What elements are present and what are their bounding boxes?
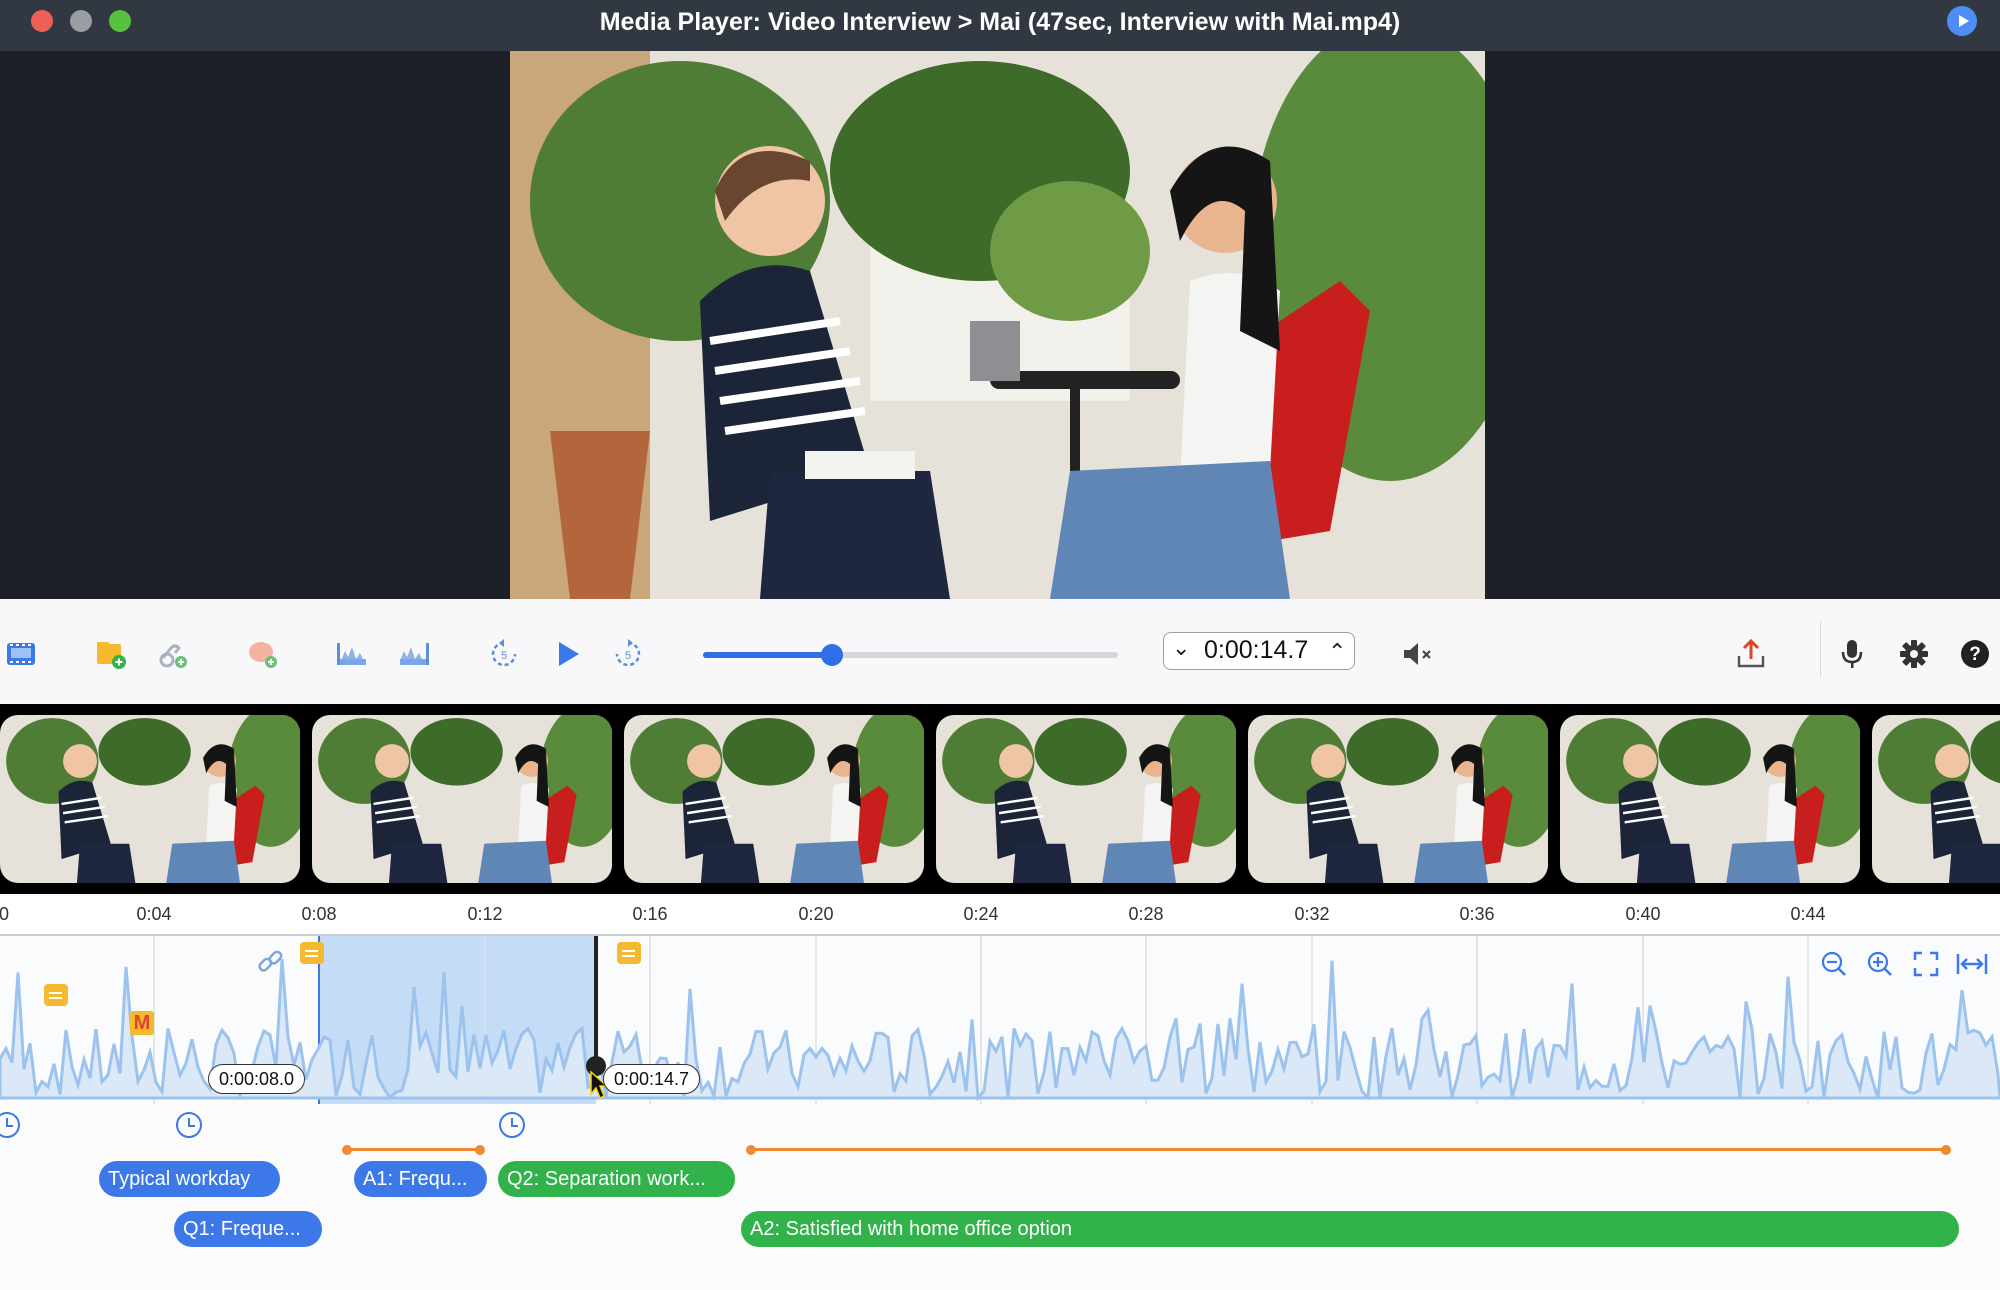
tick-label: 0	[0, 904, 10, 924]
forward-5-icon[interactable]: 5	[610, 636, 646, 672]
code-pill-a1[interactable]: A1: Frequ...	[354, 1161, 487, 1197]
filmstrip[interactable]	[0, 704, 2000, 894]
playback-slider[interactable]	[703, 644, 1118, 666]
filmstrip-thumbnail[interactable]	[936, 715, 1236, 883]
video-area	[0, 51, 2000, 599]
filmstrip-thumbnail[interactable]	[0, 715, 300, 883]
player-toolbar: 5 5 ⌄ 0:00:14.7 ⌃ ?	[0, 599, 2000, 705]
tick-label: 0:12	[467, 904, 503, 924]
note-icon[interactable]	[617, 942, 641, 964]
range-start-dot[interactable]	[342, 1145, 352, 1155]
coding-stripes: Typical workday A1: Frequ... Q2: Separat…	[0, 1104, 2000, 1290]
range-end-dot[interactable]	[475, 1145, 485, 1155]
microphone-icon[interactable]	[1834, 636, 1870, 672]
range-start-dot[interactable]	[746, 1145, 756, 1155]
svg-text:5: 5	[501, 650, 507, 662]
chevron-down-icon[interactable]: ⌄	[1172, 635, 1190, 661]
fit-width-icon[interactable]	[1956, 950, 1988, 983]
tick-label: 0:16	[632, 904, 668, 924]
waveform-track[interactable]: M 0:00:08.0 0:00:14.7	[0, 934, 2000, 1106]
add-link-icon[interactable]	[155, 636, 191, 672]
clock-icon[interactable]	[499, 1112, 525, 1138]
window-title: Media Player: Video Interview > Mai (47s…	[599, 8, 1401, 36]
svg-text:5: 5	[625, 650, 631, 662]
filmstrip-thumbnail[interactable]	[1560, 715, 1860, 883]
clock-icon[interactable]	[176, 1112, 202, 1138]
svg-text:?: ?	[1969, 644, 1981, 665]
filmstrip-thumbnail[interactable]	[1248, 715, 1548, 883]
tick-label: 0:32	[1294, 904, 1330, 924]
mark-out-icon[interactable]	[396, 636, 432, 672]
filmstrip-thumbnail[interactable]	[312, 715, 612, 883]
filmstrip-thumbnail[interactable]	[1872, 715, 2000, 883]
tick-label: 0:36	[1459, 904, 1495, 924]
selection-start-time: 0:00:08.0	[208, 1064, 306, 1094]
play-badge-icon[interactable]	[1947, 6, 1977, 36]
range-end-dot[interactable]	[1941, 1145, 1951, 1155]
clock-icon[interactable]	[0, 1112, 20, 1138]
tick-label: 0:20	[798, 904, 834, 924]
export-icon[interactable]	[1733, 636, 1769, 672]
mute-icon[interactable]	[1400, 636, 1436, 672]
tick-label: 0:24	[963, 904, 999, 924]
tick-label: 0:08	[301, 904, 337, 924]
new-clip-icon[interactable]	[93, 636, 129, 672]
tick-label: 0:40	[1625, 904, 1661, 924]
tick-label: 0:04	[136, 904, 172, 924]
range-line[interactable]	[751, 1148, 1946, 1151]
filmstrip-thumbnail[interactable]	[624, 715, 924, 883]
play-button[interactable]	[550, 636, 586, 672]
range-line[interactable]	[347, 1148, 480, 1151]
mark-in-icon[interactable]	[334, 636, 370, 672]
memo-marker-icon[interactable]: M	[130, 1011, 154, 1035]
timeline-ruler[interactable]: 0 0:04 0:08 0:12 0:16 0:20 0:24 0:28 0:3…	[0, 894, 2000, 934]
rewind-5-icon[interactable]: 5	[486, 636, 522, 672]
chevron-up-icon[interactable]: ⌃	[1328, 639, 1346, 665]
tick-label: 0:44	[1790, 904, 1826, 924]
zoom-out-icon[interactable]	[1820, 950, 1848, 983]
fit-selection-icon[interactable]	[1912, 950, 1940, 983]
filmstrip-toggle-icon[interactable]	[3, 636, 39, 672]
zoom-in-icon[interactable]	[1866, 950, 1894, 983]
selection-end-time: 0:00:14.7	[603, 1064, 701, 1094]
playback-slider-fill	[703, 652, 832, 658]
link-icon[interactable]	[256, 948, 286, 983]
tick-label: 0:28	[1128, 904, 1164, 924]
code-pill-a2[interactable]: A2: Satisfied with home office option	[741, 1211, 1959, 1247]
video-frame[interactable]	[510, 51, 1485, 599]
code-pill-q1[interactable]: Q1: Freque...	[174, 1211, 322, 1247]
gear-icon[interactable]	[1896, 636, 1932, 672]
code-pill-q2[interactable]: Q2: Separation work...	[498, 1161, 735, 1197]
time-stepper[interactable]: ⌄ 0:00:14.7 ⌃	[1163, 632, 1355, 670]
help-icon[interactable]: ?	[1957, 636, 1993, 672]
add-comment-icon[interactable]	[245, 636, 281, 672]
note-icon[interactable]	[44, 984, 68, 1006]
current-time[interactable]: 0:00:14.7	[1204, 636, 1308, 665]
code-pill-typical-workday[interactable]: Typical workday	[99, 1161, 280, 1197]
title-bar: Media Player: Video Interview > Mai (47s…	[0, 0, 2000, 51]
playback-slider-thumb[interactable]	[820, 644, 843, 666]
note-icon[interactable]	[300, 942, 324, 964]
toolbar-separator	[1820, 621, 1821, 677]
